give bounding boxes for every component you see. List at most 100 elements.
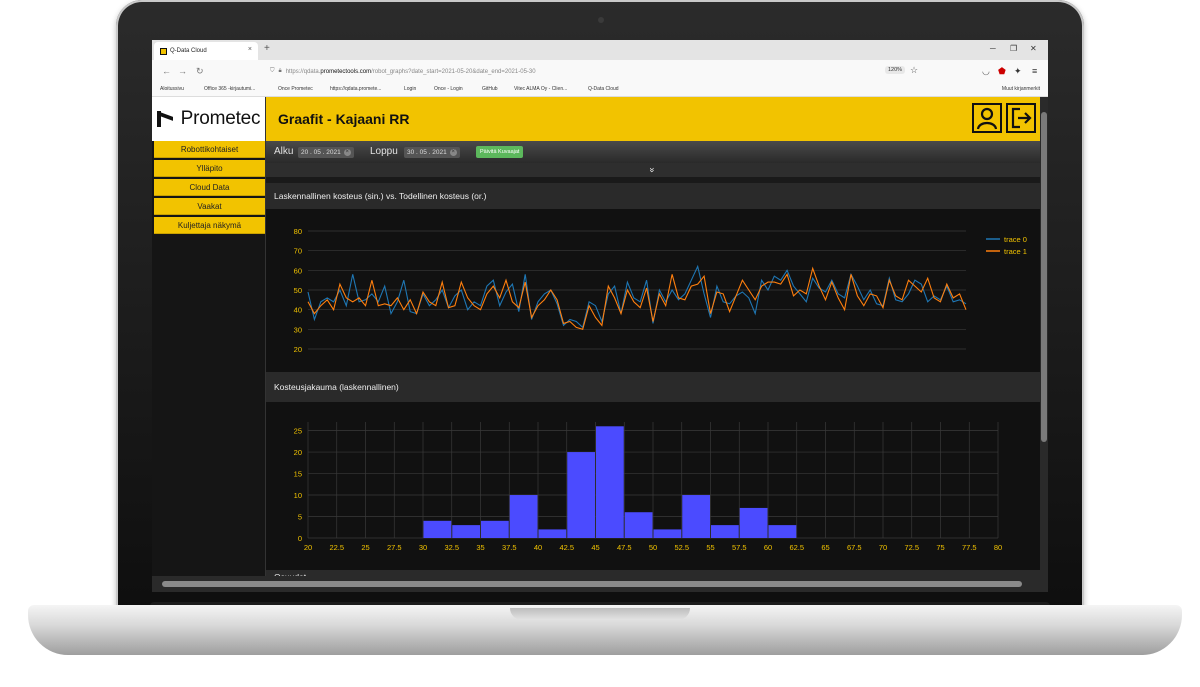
close-window-icon[interactable]: ✕: [1030, 44, 1037, 53]
bookmark-item[interactable]: GitHub: [482, 86, 498, 92]
tab-bar: Q-Data Cloud × + ─ ❐ ✕: [152, 40, 1048, 60]
sidebar-item-robottikohtaiset[interactable]: Robottikohtaiset: [154, 141, 265, 158]
bookmark-item[interactable]: Once - Login: [434, 86, 463, 92]
series-line-0: [307, 264, 967, 329]
x-tick-label: 35: [476, 543, 484, 552]
y-tick-label: 50: [294, 286, 302, 295]
y-tick-label: 15: [294, 470, 302, 479]
shield-icon: ⛉: [270, 68, 275, 74]
x-tick-label: 72.5: [904, 543, 919, 552]
laptop-groove: [510, 608, 690, 620]
x-tick-label: 22.5: [329, 543, 344, 552]
x-tick-label: 50: [649, 543, 657, 552]
end-date-label: Loppu: [370, 146, 398, 157]
start-date-value: 20 . 05 . 2021: [301, 149, 341, 156]
bookmark-item[interactable]: Office 365 -kirjautumi...: [204, 86, 255, 92]
bookmark-star-icon[interactable]: ☆: [910, 65, 918, 76]
other-bookmarks[interactable]: Muut kirjanmerkit: [1002, 86, 1040, 92]
y-tick-label: 5: [298, 513, 302, 522]
reload-icon[interactable]: ↻: [196, 66, 204, 77]
url-path: /robot_graphs?date_start=2021-05-20&date…: [371, 68, 536, 75]
logo-text: Prometec: [180, 108, 261, 129]
zoom-indicator[interactable]: 120%: [885, 66, 906, 74]
extensions-icon[interactable]: ✦: [1014, 66, 1022, 77]
bookmark-item[interactable]: Q-Data Cloud: [588, 86, 619, 92]
x-tick-label: 32.5: [444, 543, 459, 552]
qdata-favicon-icon: [160, 47, 167, 55]
x-tick-label: 20: [304, 543, 312, 552]
vertical-scrollbar[interactable]: [1040, 97, 1048, 576]
histogram-bar: [739, 507, 768, 538]
x-tick-label: 75: [936, 543, 944, 552]
y-tick-label: 80: [294, 227, 302, 236]
prometec-logo[interactable]: Prometec: [152, 97, 265, 141]
x-tick-label: 57.5: [732, 543, 747, 552]
bookmark-item[interactable]: Vitec ALMA Oy - Clien...: [514, 86, 567, 92]
x-tick-label: 55: [706, 543, 714, 552]
y-tick-label: 40: [294, 306, 302, 315]
histogram-bar: [682, 495, 710, 538]
extension-shield-icon[interactable]: ⬟: [998, 66, 1006, 77]
user-button[interactable]: [972, 103, 1002, 133]
bookmark-item[interactable]: Aloitussivu: [160, 86, 184, 92]
y-tick-label: 25: [294, 427, 302, 436]
vertical-scroll-thumb[interactable]: [1041, 112, 1047, 442]
horizontal-scroll-thumb[interactable]: [162, 581, 1022, 587]
histogram-bar: [452, 525, 480, 538]
url-prefix: https://qdata.: [285, 68, 321, 75]
bookmark-item[interactable]: Login: [404, 86, 416, 92]
histogram-bar: [567, 452, 595, 538]
x-tick-label: 80: [994, 543, 1002, 552]
x-tick-label: 60: [764, 543, 772, 552]
new-tab-button[interactable]: +: [264, 43, 270, 54]
sidebar-item-kuljettaja[interactable]: Kuljettaja näkymä: [154, 217, 265, 234]
tab-title: Q-Data Cloud: [170, 48, 207, 54]
x-tick-label: 77.5: [962, 543, 977, 552]
logout-icon: [1011, 107, 1032, 129]
url-domain: prometectools.com: [320, 68, 372, 75]
refresh-charts-button[interactable]: Päivitä Kuvaajat: [476, 146, 524, 158]
sidebar: Prometec Robottikohtaiset Ylläpito Cloud…: [152, 97, 266, 576]
screen: Q-Data Cloud × + ─ ❐ ✕ ← → ↻ ⛉ 🔒︎ https:…: [152, 40, 1048, 592]
histogram-bar: [653, 529, 682, 538]
end-date-value: 30 . 05 . 2021: [407, 149, 447, 156]
clear-start-icon[interactable]: ×: [343, 149, 351, 156]
sidebar-item-yllapito[interactable]: Ylläpito: [154, 160, 265, 177]
logout-button[interactable]: [1006, 103, 1036, 133]
line-chart-panel: 20 30 40 50 60 70 80 trace 0 trace 1: [266, 209, 1040, 372]
bookmark-item[interactable]: Once Prometec: [278, 86, 313, 92]
legend-label: trace 0: [1004, 235, 1027, 244]
x-tick-label: 40: [534, 543, 542, 552]
y-tick-label: 20: [294, 345, 302, 354]
start-date-input[interactable]: 20 . 05 . 2021 ×: [298, 147, 354, 158]
end-date-input[interactable]: 30 . 05 . 2021 ×: [404, 147, 460, 158]
back-icon[interactable]: ←: [162, 66, 171, 76]
y-tick-label: 70: [294, 247, 302, 256]
y-tick-label: 60: [294, 266, 302, 275]
x-tick-label: 27.5: [387, 543, 402, 552]
clear-end-icon[interactable]: ×: [449, 149, 457, 156]
prometec-logo-icon: [156, 111, 173, 127]
sidebar-item-cloud-data[interactable]: Cloud Data: [154, 179, 265, 196]
sidebar-item-vaakat[interactable]: Vaakat: [154, 198, 265, 215]
legend-label: trace 1: [1004, 247, 1027, 256]
date-filter-bar: Alku 20 . 05 . 2021 × Loppu 30 . 05 . 202…: [266, 141, 1040, 163]
x-tick-label: 62.5: [789, 543, 804, 552]
histogram-bar: [481, 520, 509, 538]
address-bar[interactable]: ⛉ 🔒︎ https://qdata. prometectools.com/rob…: [270, 65, 910, 78]
forward-icon[interactable]: →: [178, 66, 187, 76]
pocket-icon[interactable]: ◡: [982, 66, 990, 77]
tab-close-icon[interactable]: ×: [248, 46, 252, 53]
menu-icon[interactable]: ≡: [1032, 66, 1037, 76]
minimize-icon[interactable]: ─: [990, 44, 996, 53]
user-icon: [976, 107, 998, 130]
restore-icon[interactable]: ❐: [1010, 44, 1017, 53]
expand-chevron-icon[interactable]: »: [266, 163, 1040, 177]
browser-tab[interactable]: Q-Data Cloud ×: [154, 42, 258, 60]
histogram-bar: [768, 525, 797, 538]
horizontal-scrollbar[interactable]: [152, 576, 1048, 592]
x-tick-label: 67.5: [847, 543, 862, 552]
bookmark-item[interactable]: https://qdata.promete...: [330, 86, 381, 92]
app: Prometec Robottikohtaiset Ylläpito Cloud…: [152, 97, 1040, 576]
lock-icon: 🔒︎: [278, 68, 282, 74]
